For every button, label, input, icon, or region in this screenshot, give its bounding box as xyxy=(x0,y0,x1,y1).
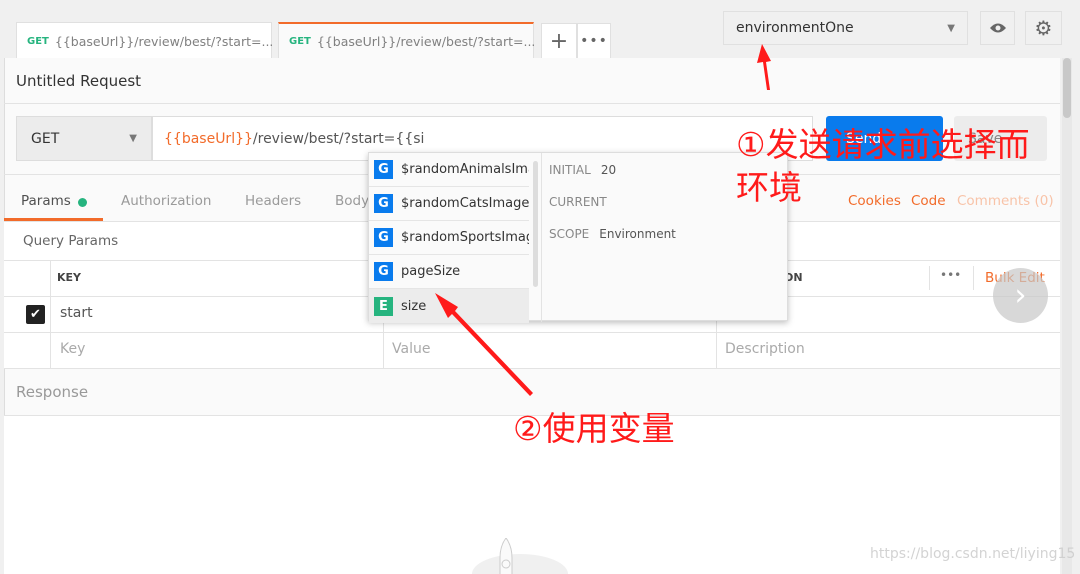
method-select[interactable]: GET ▼ xyxy=(16,116,152,161)
url-text: /review/best/?start={{si xyxy=(252,130,425,147)
item-name: pageSize xyxy=(401,264,461,279)
watermark: https://blog.csdn.net/liying15 xyxy=(870,546,1076,562)
detail-current: CURRENT xyxy=(549,195,617,209)
annotation-one-line2: 环境 xyxy=(736,168,802,207)
chevron-down-icon: ▼ xyxy=(947,22,955,34)
global-scope-icon: G xyxy=(374,262,393,281)
tab-url: {{baseUrl}}/review/best/?start=... xyxy=(316,34,536,49)
tab-method: GET xyxy=(289,36,311,47)
autocomplete-item[interactable]: GpageSize xyxy=(369,255,529,289)
variable-autocomplete: G $randomAnimalsIma G $randomCatsImage G $r… xyxy=(368,152,788,323)
environment-scope-icon: E xyxy=(374,296,393,316)
gear-icon: ⚙ xyxy=(1034,16,1053,40)
rocket-icon xyxy=(472,538,568,574)
autocomplete-item[interactable]: G $randomAnimalsIma xyxy=(369,153,529,187)
environment-quick-look-button[interactable] xyxy=(980,11,1015,45)
detail-value: 20 xyxy=(600,163,617,177)
chevron-down-icon: ▼ xyxy=(129,133,137,144)
item-name: $randomCatsImage xyxy=(401,196,529,211)
annotation-one: ①发送请求前选择而 xyxy=(736,125,1030,164)
request-title: Untitled Request xyxy=(16,72,142,90)
key-input[interactable]: Key xyxy=(60,341,85,357)
scrollbar[interactable] xyxy=(533,161,538,287)
check-icon: ✔ xyxy=(30,307,41,322)
tab-authorization[interactable]: Authorization xyxy=(121,193,211,209)
more-icon[interactable]: ••• xyxy=(940,268,961,282)
detail-label: SCOPE xyxy=(549,227,590,241)
detail-label: CURRENT xyxy=(549,195,607,209)
value-input[interactable]: Value xyxy=(392,341,430,357)
more-icon: ••• xyxy=(580,33,608,49)
plus-icon: + xyxy=(549,28,569,54)
request-tab[interactable]: GET {{baseUrl}}/review/best/?start=... xyxy=(16,22,274,59)
global-scope-icon: G xyxy=(374,228,393,247)
url-variable: {{baseUrl}} xyxy=(164,130,253,147)
request-tab-active[interactable]: GET {{baseUrl}}/review/best/?start=... xyxy=(278,22,536,59)
response-title: Response xyxy=(16,383,89,401)
cookies-link[interactable]: Cookies xyxy=(848,193,901,209)
environment-value: environmentOne xyxy=(736,20,854,36)
method-value: GET xyxy=(31,130,60,147)
description-input[interactable]: Description xyxy=(725,341,805,357)
eye-icon xyxy=(989,23,1006,33)
item-name: $randomAnimalsIma xyxy=(401,162,529,177)
chevron-right-icon: › xyxy=(1014,278,1027,313)
tab-params[interactable]: Params xyxy=(21,193,71,209)
query-params-title: Query Params xyxy=(23,233,119,249)
detail-value: Environment xyxy=(599,227,676,241)
detail-label: INITIAL xyxy=(549,163,591,177)
next-arrow-button[interactable]: › xyxy=(993,268,1048,323)
environment-select[interactable]: environmentOne ▼ xyxy=(723,11,968,45)
global-scope-icon: G xyxy=(374,194,393,213)
global-scope-icon: G xyxy=(374,160,393,179)
scrollbar-thumb[interactable] xyxy=(1063,58,1071,118)
tab-url: {{baseUrl}}/review/best/?start=... xyxy=(54,33,274,49)
tab-options-button[interactable]: ••• xyxy=(577,23,611,59)
comments-link[interactable]: Comments (0) xyxy=(957,193,1054,209)
param-key[interactable]: start xyxy=(60,305,93,321)
scrollbar[interactable] xyxy=(1062,58,1072,574)
column-header-key: KEY xyxy=(57,271,82,284)
autocomplete-item[interactable]: G $randomCatsImage xyxy=(369,187,529,221)
autocomplete-item-selected[interactable]: Esize xyxy=(369,289,529,323)
annotation-two: ②使用变量 xyxy=(513,409,675,448)
autocomplete-item[interactable]: G $randomSportsImag xyxy=(369,221,529,255)
tab-method: GET xyxy=(27,35,49,47)
detail-initial: INITIAL 20 xyxy=(549,163,616,177)
manage-environments-button[interactable]: ⚙ xyxy=(1025,11,1062,45)
item-name: $randomSportsImag xyxy=(401,230,529,245)
item-name: size xyxy=(401,298,427,314)
tab-headers[interactable]: Headers xyxy=(245,193,301,209)
code-link[interactable]: Code xyxy=(911,193,946,209)
params-active-dot-icon xyxy=(78,198,87,207)
tab-body[interactable]: Body xyxy=(335,193,369,209)
param-checkbox[interactable]: ✔ xyxy=(26,305,45,324)
new-tab-button[interactable]: + xyxy=(541,23,577,59)
detail-scope: SCOPE Environment xyxy=(549,227,676,241)
